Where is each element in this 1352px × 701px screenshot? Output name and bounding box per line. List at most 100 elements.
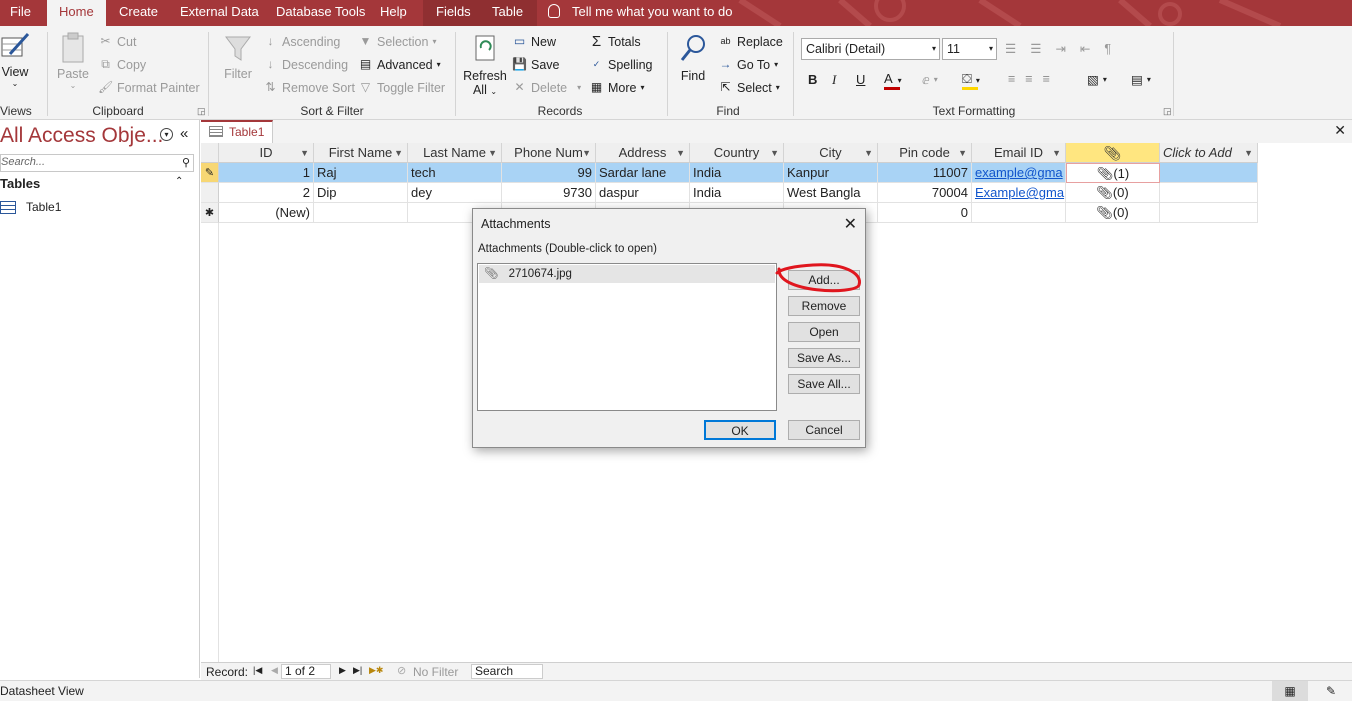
row-selector[interactable] <box>201 183 219 203</box>
cell-attachment[interactable]: 📎︎(0) <box>1066 203 1160 223</box>
cell-empty[interactable] <box>1160 203 1258 223</box>
nav-search-field[interactable]: Search... ⚲ <box>0 154 194 172</box>
cell-attachment[interactable]: 📎︎(1) <box>1066 163 1160 183</box>
selection-button[interactable]: ▼ Selection ▾ <box>358 34 437 49</box>
ascending-button[interactable]: ↓ Ascending <box>263 34 341 49</box>
column-header-city[interactable]: City ▼ <box>784 143 878 163</box>
background-color-button[interactable]: ⅇ ▾ <box>922 72 938 87</box>
column-header-first-name[interactable]: First Name ▼ <box>314 143 408 163</box>
tab-file[interactable]: File <box>0 0 41 26</box>
descending-button[interactable]: ↓ Descending <box>263 57 349 72</box>
cell-first-name[interactable]: Raj <box>314 163 408 183</box>
nav-menu-icon[interactable]: ▾ <box>160 128 173 141</box>
record-search-field[interactable]: Search <box>471 664 543 679</box>
cell-country[interactable]: India <box>690 163 784 183</box>
cell-empty[interactable] <box>1160 163 1258 183</box>
collapse-pane-icon[interactable]: « <box>180 125 188 142</box>
cell-id[interactable]: (New) <box>219 203 314 223</box>
search-icon[interactable]: ⚲ <box>182 156 190 169</box>
ok-button[interactable]: OK <box>704 420 776 440</box>
nav-item-table1[interactable]: Table1 <box>0 198 61 216</box>
chevron-down-icon[interactable]: ▼ <box>958 143 967 163</box>
table-row[interactable]: 2 Dip dey 9730 daspur India West Bangla … <box>201 183 1258 203</box>
last-record-icon[interactable]: ▶| <box>353 665 362 676</box>
gridlines-button[interactable]: ▧ ▾ <box>1087 72 1107 87</box>
attachment-list-item[interactable]: 📎︎ 2710674.jpg <box>479 265 775 283</box>
tab-fields[interactable]: Fields <box>423 0 484 26</box>
paragraph-direction-icon[interactable]: ¶ <box>1104 42 1111 56</box>
chevron-down-icon[interactable]: ▼ <box>488 143 497 163</box>
copy-button[interactable]: ⧉ Copy <box>98 57 146 72</box>
filter-button[interactable]: Filter <box>222 34 254 94</box>
attachments-list[interactable]: 📎︎ 2710674.jpg <box>477 263 777 411</box>
alternate-row-color-button[interactable]: ⛋ ▾ <box>962 71 992 91</box>
column-header-click-to-add[interactable]: Click to Add ▼ <box>1160 143 1258 163</box>
datasheet-view-icon[interactable]: ▦ <box>1272 681 1308 701</box>
dialog-launcher-icon[interactable]: ◲ <box>197 106 206 117</box>
column-header-email[interactable]: Email ID ▼ <box>972 143 1066 163</box>
table-row[interactable]: ✎ 1 Raj tech 99 Sardar lane India Kanpur… <box>201 163 1258 183</box>
find-button[interactable]: Find <box>676 32 710 92</box>
delete-button[interactable]: ✕ Delete ▾ <box>512 80 581 95</box>
cell-id[interactable]: 1 <box>219 163 314 183</box>
more-button[interactable]: ▦ More ▾ <box>589 80 645 95</box>
alternate-grid-button[interactable]: ▤ ▾ <box>1131 72 1151 87</box>
column-header-attachment[interactable]: 📎︎ <box>1066 143 1160 163</box>
cell-phone[interactable]: 9730 <box>502 183 596 203</box>
save-all-button[interactable]: Save All... <box>788 374 860 394</box>
cell-email[interactable]: Example@gma <box>972 183 1066 203</box>
column-header-pin-code[interactable]: Pin code ▼ <box>878 143 972 163</box>
nav-section-tables[interactable]: Tables <box>0 176 40 191</box>
remove-button[interactable]: Remove <box>788 296 860 316</box>
refresh-all-button[interactable]: Refresh All ⌄ <box>463 32 507 98</box>
tab-external-data[interactable]: External Data <box>170 0 269 26</box>
column-header-address[interactable]: Address ▼ <box>596 143 690 163</box>
numbering-icon[interactable]: ☰ <box>1030 41 1041 56</box>
cell-country[interactable]: India <box>690 183 784 203</box>
tab-create[interactable]: Create <box>109 0 168 26</box>
chevron-down-icon[interactable]: ▼ <box>300 143 309 163</box>
cell-last-name[interactable]: tech <box>408 163 502 183</box>
advanced-button[interactable]: ▤ Advanced ▾ <box>358 57 441 72</box>
tell-me-box[interactable]: Tell me what you want to do <box>538 0 742 26</box>
cell-first-name[interactable]: Dip <box>314 183 408 203</box>
underline-button[interactable]: U <box>856 72 865 87</box>
doc-tab-table1[interactable]: Table1 <box>201 120 273 144</box>
chevron-down-icon[interactable]: ▼ <box>770 143 779 163</box>
new-record-nav-icon[interactable]: ▶✱ <box>369 665 383 676</box>
font-name-select[interactable]: Calibri (Detail) ▾ <box>801 38 940 60</box>
chevron-up-icon[interactable]: ⌃ <box>175 176 183 187</box>
format-painter-button[interactable]: 🖌 Format Painter <box>98 80 200 95</box>
view-button[interactable]: View ⌄ <box>0 32 30 98</box>
chevron-down-icon[interactable]: ▼ <box>582 143 591 163</box>
font-color-button[interactable]: A ▾ <box>884 71 914 91</box>
column-header-id[interactable]: ID ▼ <box>219 143 314 163</box>
first-record-icon[interactable]: |◀ <box>253 665 262 676</box>
cell-city[interactable]: West Bangla <box>784 183 878 203</box>
chevron-down-icon[interactable]: ▼ <box>1244 143 1253 163</box>
cell-phone[interactable]: 99 <box>502 163 596 183</box>
cell-first-name[interactable] <box>314 203 408 223</box>
save-button[interactable]: 💾 Save <box>512 57 559 72</box>
bold-button[interactable]: B <box>808 72 817 87</box>
tab-table[interactable]: Table <box>478 0 538 26</box>
select-all-corner[interactable] <box>201 143 219 163</box>
cell-last-name[interactable]: dey <box>408 183 502 203</box>
column-header-phone[interactable]: Phone Num ▼ <box>502 143 596 163</box>
chevron-down-icon[interactable]: ▼ <box>864 143 873 163</box>
dialog-launcher-icon[interactable]: ◲ <box>1163 106 1172 117</box>
cell-address[interactable]: Sardar lane <box>596 163 690 183</box>
tab-database-tools[interactable]: Database Tools <box>266 0 375 26</box>
increase-indent-icon[interactable]: ⇥ <box>1055 41 1065 56</box>
close-icon[interactable]: ✕ <box>844 214 857 234</box>
column-header-country[interactable]: Country ▼ <box>690 143 784 163</box>
column-header-last-name[interactable]: Last Name ▼ <box>408 143 502 163</box>
paste-button[interactable]: Paste ⌄ <box>56 32 90 98</box>
cell-pin-code[interactable]: 11007 <box>878 163 972 183</box>
previous-record-icon[interactable]: ◀ <box>271 665 278 676</box>
toggle-filter-button[interactable]: ▽ Toggle Filter <box>358 80 445 95</box>
select-button[interactable]: ⇱ Select ▾ <box>718 80 779 95</box>
cell-email[interactable]: example@gma <box>972 163 1066 183</box>
align-center-icon[interactable]: ≡ <box>1025 72 1032 86</box>
chevron-down-icon[interactable]: ▼ <box>1052 143 1061 163</box>
